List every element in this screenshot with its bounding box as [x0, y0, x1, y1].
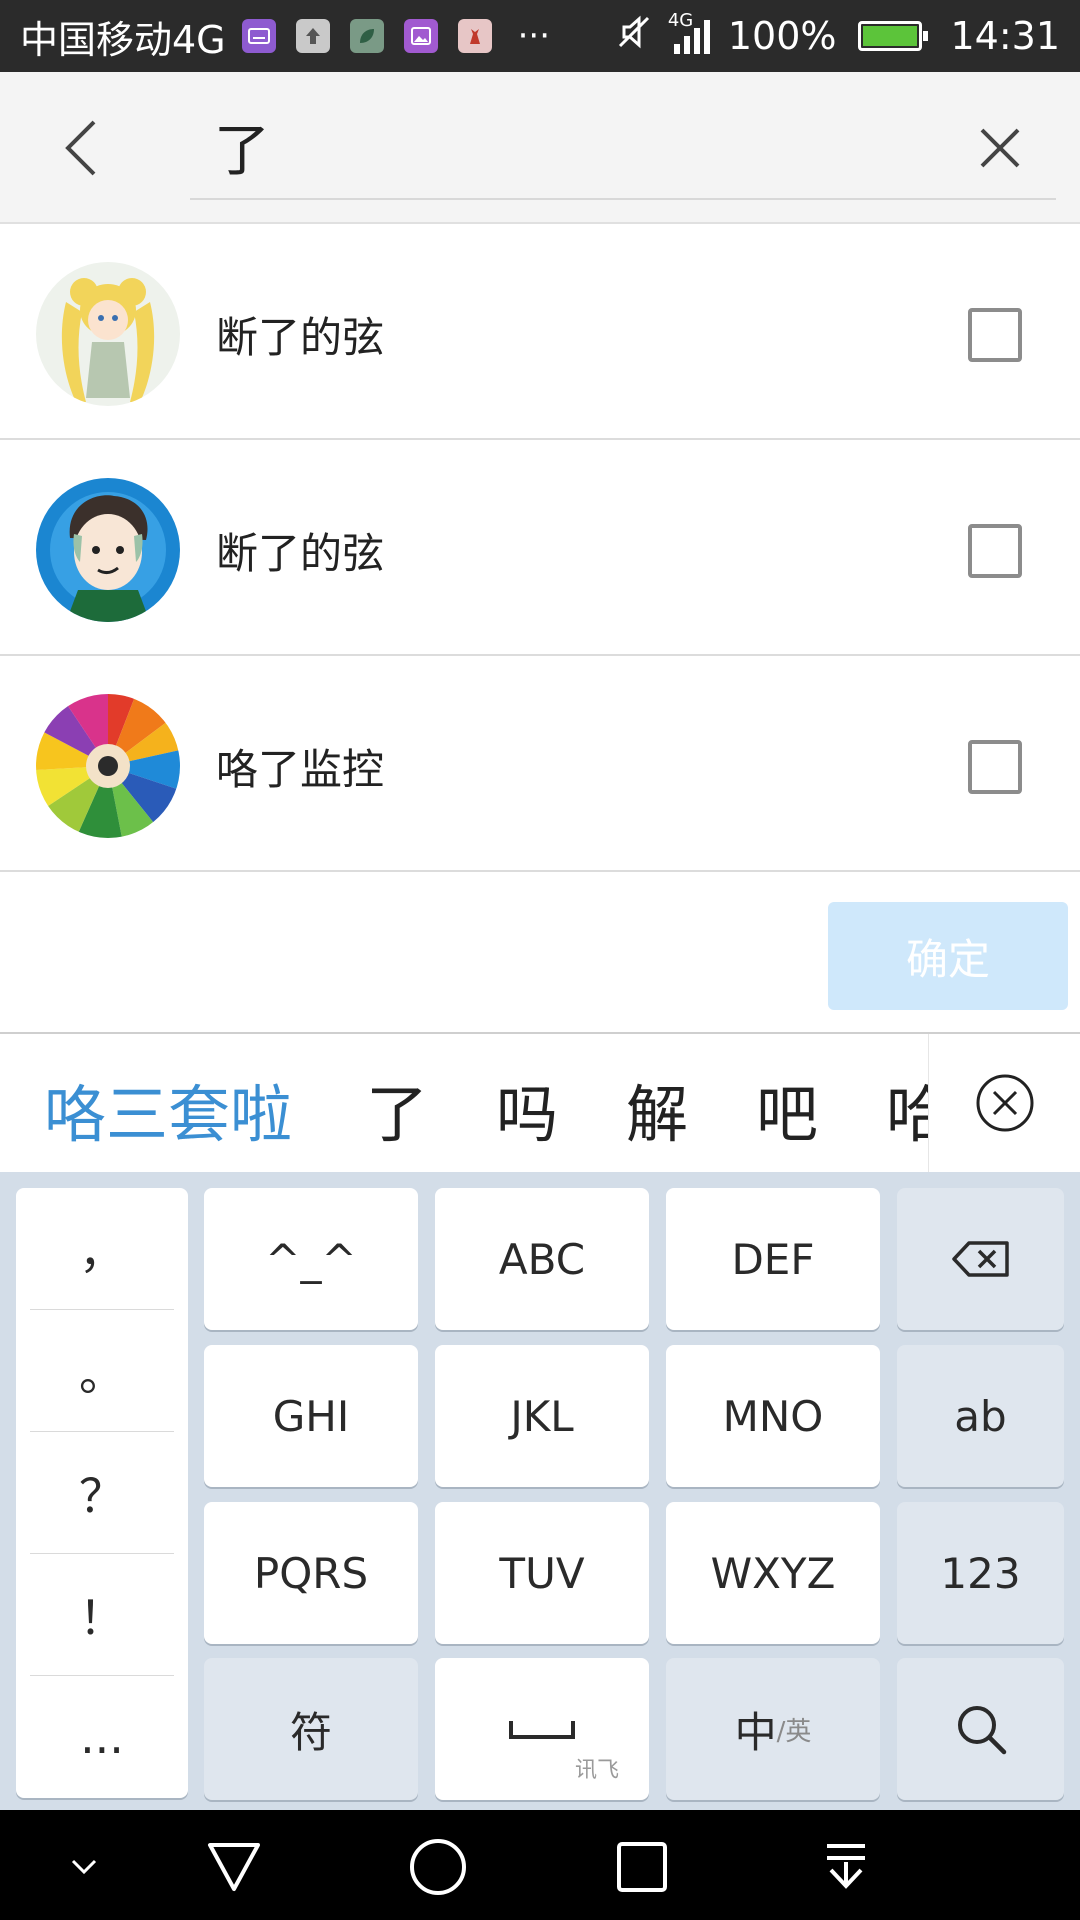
punct-key[interactable]: ？	[30, 1432, 174, 1554]
backspace-icon	[951, 1241, 1009, 1277]
cartoon-boy-avatar	[36, 478, 180, 622]
collapse-candidates-button[interactable]	[928, 1034, 1080, 1172]
symbols-key[interactable]: 符	[204, 1658, 418, 1800]
search-icon	[957, 1706, 1006, 1755]
candidate-list: 咯三套啦 了 吗 解 吧 哈	[0, 1034, 928, 1172]
candidate-item[interactable]: 吗	[496, 1064, 558, 1154]
switch-numbers-key[interactable]: 123	[897, 1502, 1064, 1644]
carrier-label: 中国移动4G	[20, 17, 226, 62]
space-icon	[509, 1721, 575, 1739]
search-input[interactable]	[214, 110, 914, 182]
confirm-button[interactable]: 确定	[828, 902, 1068, 1010]
network-type-label: 4G	[667, 10, 694, 31]
punctuation-column: ， 。 ？ ！ ...	[16, 1188, 188, 1798]
signal-icon: 4G	[668, 10, 714, 56]
nav-back-button[interactable]	[194, 1832, 274, 1902]
confirm-bar: 确定	[0, 874, 1080, 1034]
nav-home-button[interactable]	[398, 1832, 478, 1902]
contact-name: 断了的弦	[216, 529, 385, 578]
nav-recents-button[interactable]	[602, 1832, 682, 1902]
candidate-item[interactable]: 解	[626, 1064, 688, 1154]
system-nav-bar	[0, 1810, 1080, 1920]
close-circle-icon	[976, 1074, 1033, 1132]
space-key[interactable]: 讯飞	[435, 1658, 649, 1800]
backspace-key[interactable]	[897, 1188, 1064, 1330]
key-wxyz[interactable]: WXYZ	[666, 1502, 880, 1644]
switch-letters-key[interactable]: ab	[897, 1345, 1064, 1487]
ime-brand-label: 讯飞	[574, 1758, 619, 1783]
contact-checkbox[interactable]	[968, 740, 1022, 794]
contact-checkbox[interactable]	[968, 308, 1022, 362]
punct-key[interactable]: 。	[30, 1310, 174, 1432]
list-item[interactable]: 咯了监控	[0, 656, 1080, 872]
keyboard-app-icon	[241, 19, 276, 53]
candidate-item[interactable]: 哈	[886, 1064, 928, 1154]
punct-key[interactable]: ，	[30, 1188, 174, 1310]
key-tuv[interactable]: TUV	[435, 1502, 649, 1644]
upload-app-icon	[295, 19, 330, 53]
candidate-item[interactable]: 吧	[756, 1064, 818, 1154]
pull-down-icon	[827, 1844, 865, 1889]
search-header	[0, 72, 1080, 224]
mute-icon	[614, 12, 654, 61]
notification-pull-button[interactable]	[806, 1832, 886, 1902]
clock: 14:31	[950, 14, 1060, 58]
hide-keyboard-button[interactable]	[44, 1832, 124, 1902]
punct-key[interactable]: ！	[30, 1554, 174, 1676]
battery-percent: 100%	[727, 14, 837, 58]
clear-search-button[interactable]	[960, 108, 1040, 188]
search-key[interactable]	[897, 1658, 1064, 1800]
close-icon	[980, 128, 1020, 168]
status-bar: 中国移动4G ··· 4G 100% 14:31	[0, 0, 1080, 72]
ime-candidate-bar: 咯三套啦 了 吗 解 吧 哈	[0, 1034, 1080, 1172]
color-pencils-avatar	[36, 694, 180, 838]
leaf-app-icon	[349, 19, 384, 53]
chevron-down-icon	[71, 1859, 97, 1875]
back-button[interactable]	[40, 108, 120, 188]
square-recents-icon	[617, 1842, 667, 1892]
contact-list: 断了的弦 断了的弦 咯了监控	[0, 224, 1080, 872]
list-item[interactable]: 断了的弦	[0, 224, 1080, 440]
battery-icon	[858, 21, 929, 51]
contact-name: 咯了监控	[216, 745, 385, 794]
key-jkl[interactable]: JKL	[435, 1345, 649, 1487]
triangle-back-icon	[208, 1843, 260, 1891]
search-field-container	[190, 92, 1056, 200]
circle-home-icon	[410, 1839, 466, 1895]
ime-keyboard: ， 。 ？ ！ ... ^_^ ABC DEF GHI JKL MNO ab P…	[0, 1172, 1080, 1810]
zh-label: 中	[734, 1707, 777, 1757]
key-emoticon[interactable]: ^_^	[204, 1188, 418, 1330]
gallery-app-icon	[403, 19, 438, 53]
key-pqrs[interactable]: PQRS	[204, 1502, 418, 1644]
key-def[interactable]: DEF	[666, 1188, 880, 1330]
punct-key[interactable]: ...	[30, 1676, 174, 1798]
key-mno[interactable]: MNO	[666, 1345, 880, 1487]
chevron-left-icon	[65, 120, 96, 176]
candidate-item[interactable]: 了	[366, 1064, 428, 1154]
deer-app-icon	[457, 19, 492, 53]
more-notifications: ···	[517, 16, 551, 56]
language-switch-key[interactable]: 中/英	[666, 1658, 880, 1800]
list-item[interactable]: 断了的弦	[0, 440, 1080, 656]
key-abc[interactable]: ABC	[435, 1188, 649, 1330]
sailor-moon-avatar	[36, 262, 180, 406]
contact-name: 断了的弦	[216, 313, 385, 362]
en-label: /英	[776, 1716, 812, 1747]
key-ghi[interactable]: GHI	[204, 1345, 418, 1487]
candidate-item[interactable]: 咯三套啦	[44, 1064, 292, 1154]
contact-checkbox[interactable]	[968, 524, 1022, 578]
